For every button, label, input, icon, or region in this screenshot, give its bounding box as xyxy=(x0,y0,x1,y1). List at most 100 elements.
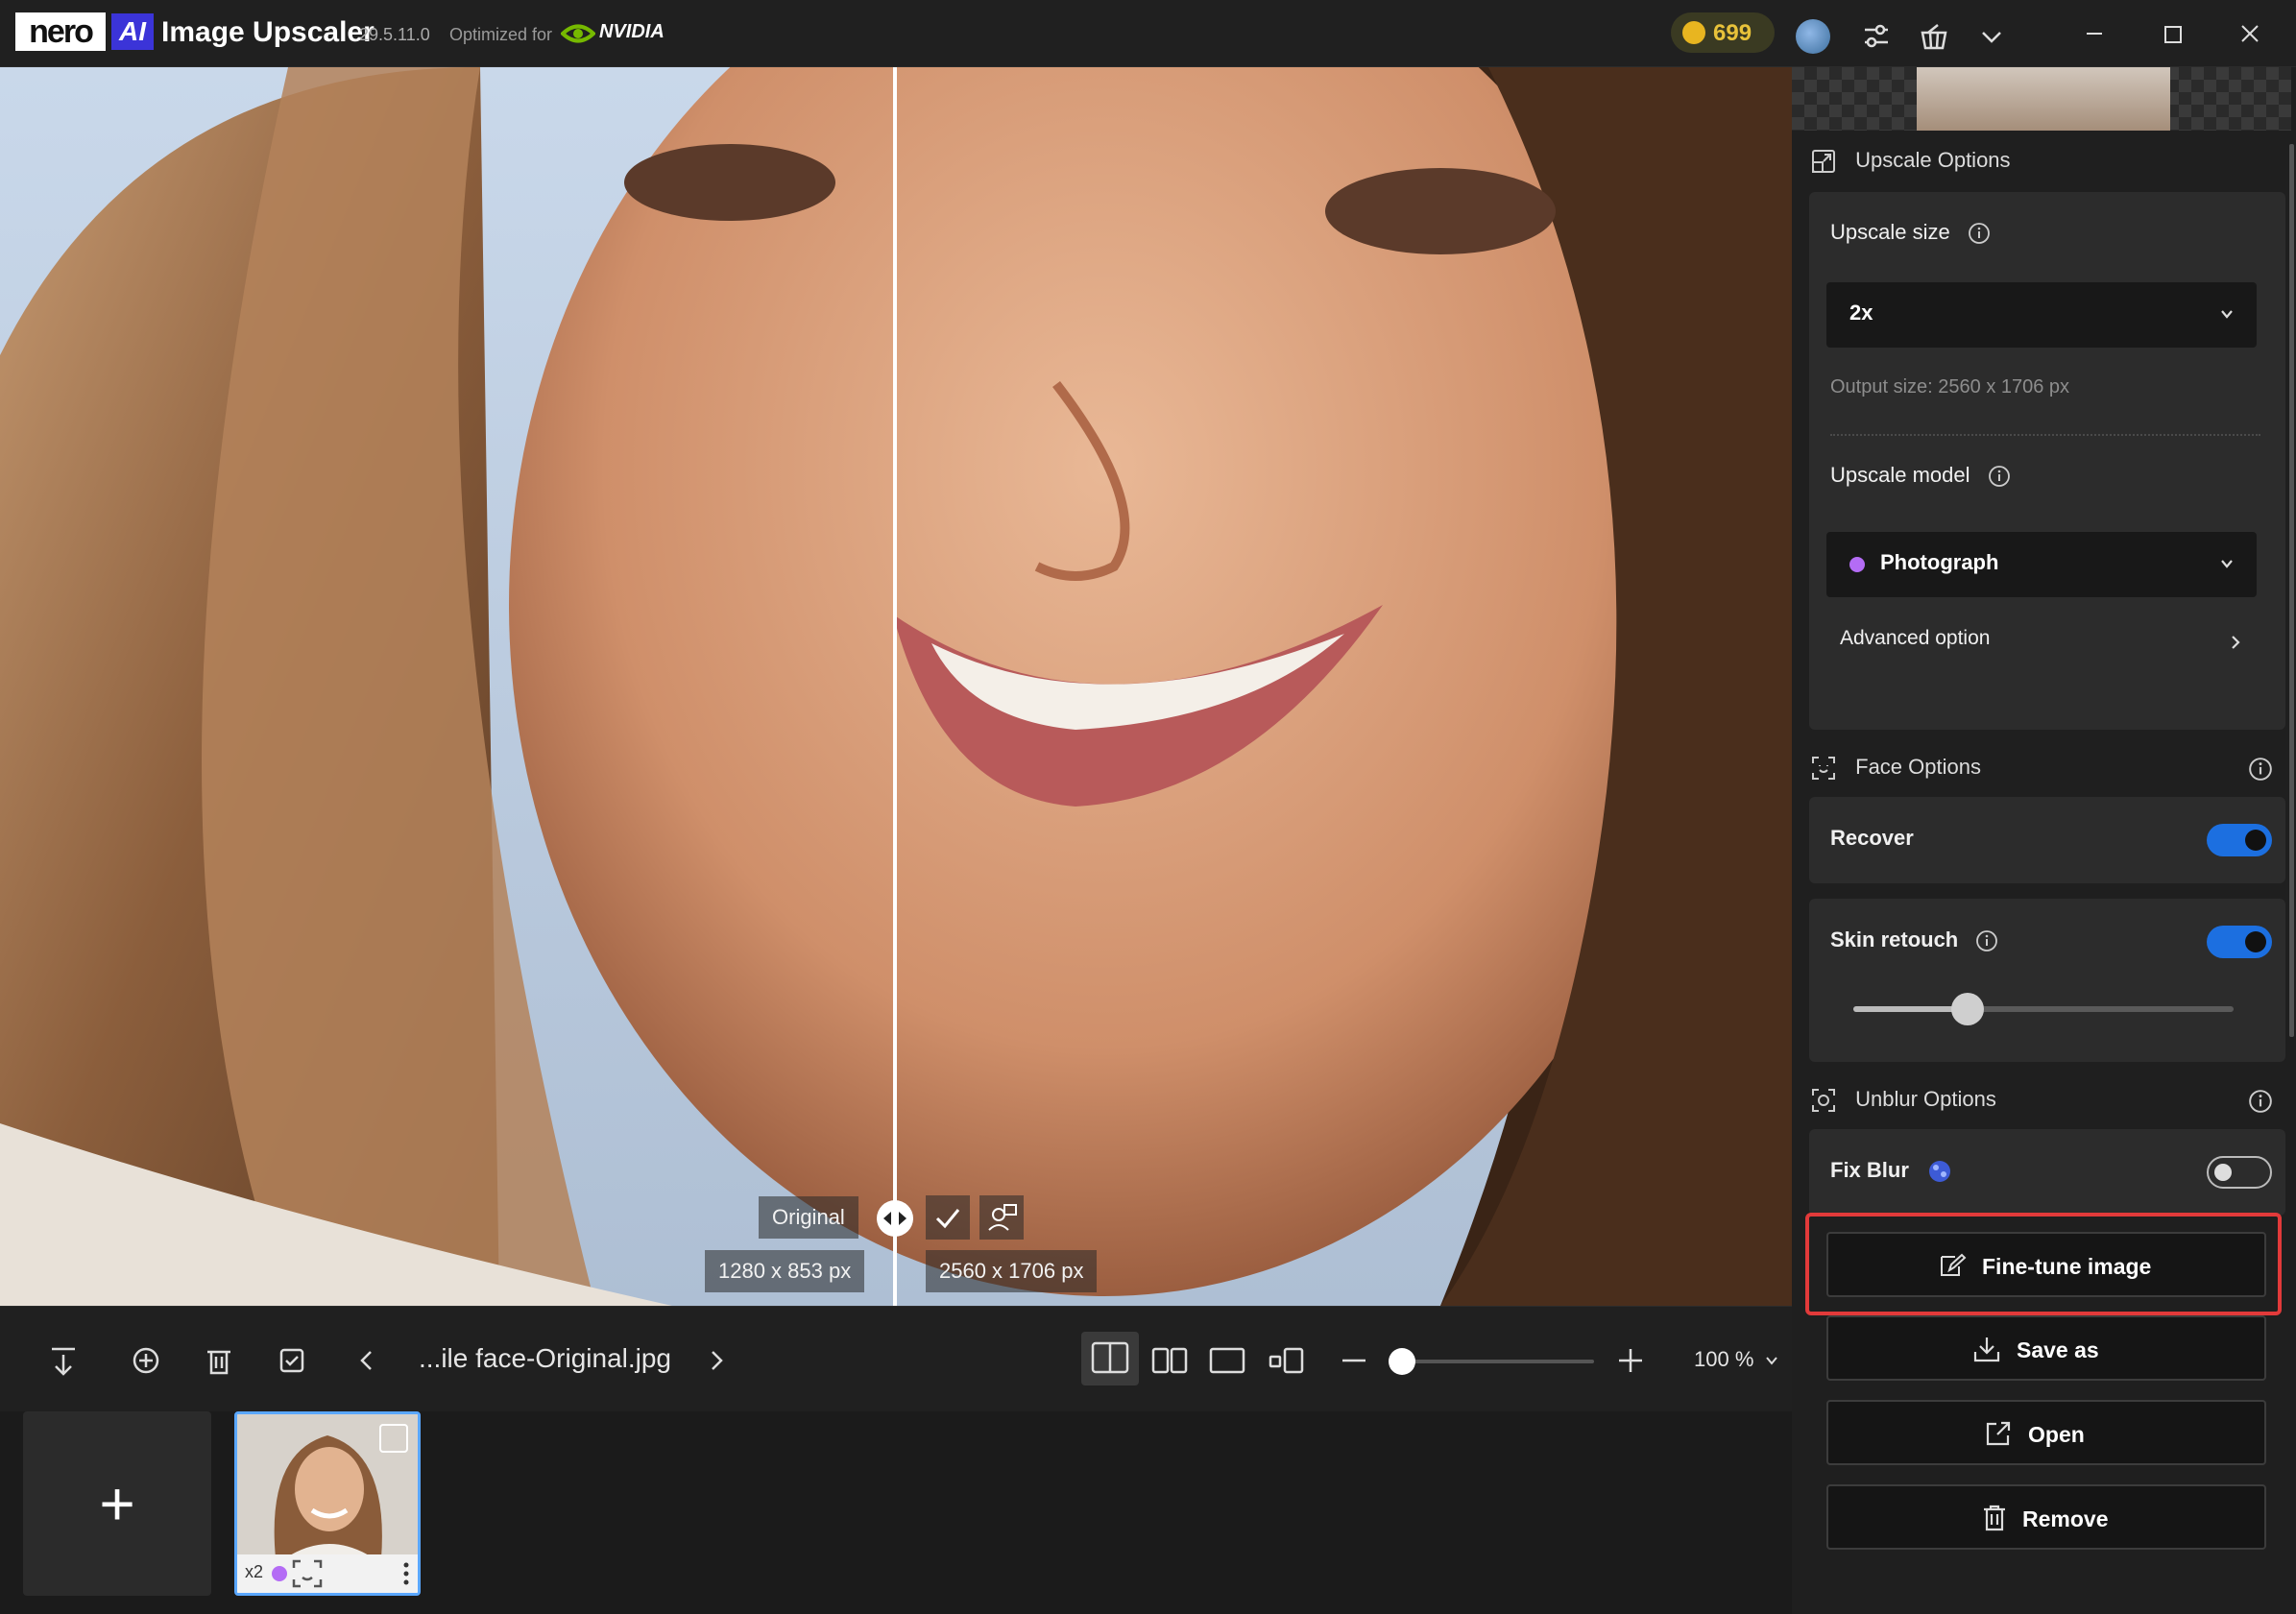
gift-basket-icon[interactable] xyxy=(1919,21,1949,52)
zoom-slider-handle[interactable] xyxy=(1389,1348,1415,1375)
preview-image xyxy=(1917,67,2170,131)
zoom-level-dropdown[interactable]: 100 % xyxy=(1694,1343,1779,1376)
side-by-side-icon[interactable] xyxy=(1150,1343,1189,1378)
compare-divider[interactable] xyxy=(893,67,897,1306)
chevron-right-icon xyxy=(2232,636,2240,649)
import-icon[interactable] xyxy=(46,1343,81,1378)
delete-icon[interactable] xyxy=(202,1343,236,1378)
ai-sparkle-icon xyxy=(1929,1161,1951,1183)
edit-icon xyxy=(1941,1253,1967,1276)
upscale-model-select[interactable]: Photograph xyxy=(1826,532,2257,597)
image-canvas[interactable]: Original 1280 x 853 px 2560 x 1706 px xyxy=(0,67,1792,1306)
add-image-tile[interactable]: + xyxy=(23,1411,211,1596)
upscale-model-label-row: Upscale model xyxy=(1830,461,2011,490)
thumbnail-scale: x2 xyxy=(245,1562,264,1581)
zoom-slider-track[interactable] xyxy=(1402,1360,1594,1363)
upscale-model-value: Photograph xyxy=(1880,550,1999,574)
nvidia-text: NVIDIA xyxy=(599,21,665,42)
upscale-size-value: 2x xyxy=(1849,301,1873,325)
info-icon[interactable] xyxy=(2248,757,2273,782)
upscale-options-title: Upscale Options xyxy=(1855,148,2011,172)
upscale-size-label-row: Upscale size xyxy=(1830,218,1991,247)
app-title: Image Upscaler xyxy=(161,16,375,48)
thumbnail-view-icon[interactable] xyxy=(1268,1343,1306,1378)
nero-logo: nero xyxy=(15,12,106,51)
info-icon[interactable] xyxy=(2248,1089,2273,1114)
thumbnail-select-checkbox[interactable] xyxy=(379,1424,408,1453)
original-label: Original xyxy=(759,1196,858,1239)
output-size-label: 2560 x 1706 px xyxy=(926,1250,1098,1292)
download-icon xyxy=(1973,1337,2000,1362)
unblur-options-title: Unblur Options xyxy=(1855,1087,1996,1111)
fix-blur-toggle[interactable] xyxy=(2207,1156,2272,1189)
coin-icon xyxy=(1682,21,1705,44)
previous-icon[interactable] xyxy=(350,1343,384,1378)
image-thumbnail[interactable]: x2 xyxy=(234,1411,421,1596)
face-options-header: Face Options xyxy=(1811,751,1981,783)
apply-check-icon[interactable] xyxy=(926,1195,970,1240)
fine-tune-button[interactable]: Fine-tune image xyxy=(1826,1232,2266,1297)
face-options-title: Face Options xyxy=(1855,755,1981,779)
toggle-knob xyxy=(2214,1164,2232,1181)
select-all-icon[interactable] xyxy=(275,1343,309,1378)
split-arrows-icon xyxy=(883,1212,906,1225)
upscale-options-panel: Upscale size 2x Output size: 2560 x 1706… xyxy=(1809,192,2285,730)
skin-retouch-label: Skin retouch xyxy=(1830,927,1959,952)
recover-toggle[interactable] xyxy=(2207,824,2272,856)
external-open-icon xyxy=(1986,1421,2011,1446)
add-plus-icon: + xyxy=(99,1469,135,1538)
face-scan-icon xyxy=(292,1559,323,1588)
next-icon[interactable] xyxy=(699,1343,734,1378)
zoom-level-value: 100 % xyxy=(1694,1347,1754,1371)
skin-retouch-toggle[interactable] xyxy=(2207,926,2272,958)
model-dot-icon xyxy=(1849,557,1865,572)
open-button[interactable]: Open xyxy=(1826,1400,2266,1465)
toggle-knob xyxy=(2245,830,2266,851)
zoom-out-icon[interactable] xyxy=(1337,1343,1371,1378)
face-compare-icon[interactable] xyxy=(979,1195,1024,1240)
nvidia-logo: NVIDIA xyxy=(560,19,676,48)
open-label: Open xyxy=(2028,1422,2085,1447)
settings-sliders-icon[interactable] xyxy=(1861,21,1892,52)
ai-logo: AI xyxy=(111,13,154,50)
credits-value: 699 xyxy=(1713,20,1752,46)
fix-blur-label: Fix Blur xyxy=(1830,1158,1909,1182)
advanced-option-row[interactable]: Advanced option xyxy=(1826,614,2257,672)
info-icon[interactable] xyxy=(1968,222,1991,245)
split-handle[interactable] xyxy=(877,1200,913,1237)
info-icon[interactable] xyxy=(1975,929,1998,952)
face-scan-icon xyxy=(1812,757,1835,781)
upscale-size-select[interactable]: 2x xyxy=(1826,282,2257,348)
skin-retouch-slider-handle[interactable] xyxy=(1950,993,1984,1025)
recover-panel: Recover xyxy=(1809,797,2285,883)
divider xyxy=(1830,434,2260,436)
save-as-button[interactable]: Save as xyxy=(1826,1315,2266,1381)
optimized-for-label: Optimized for xyxy=(449,25,553,44)
minimize-icon[interactable] xyxy=(2057,0,2132,67)
credits-badge[interactable]: 699 xyxy=(1671,12,1775,53)
sidebar-scrollbar[interactable] xyxy=(2289,144,2294,1037)
thumbnail-info-bar: x2 xyxy=(237,1554,418,1593)
split-view-icon xyxy=(1091,1341,1129,1374)
maximize-icon[interactable] xyxy=(2136,0,2211,67)
fine-tune-label: Fine-tune image xyxy=(1982,1254,2152,1279)
chevron-down-icon xyxy=(2221,310,2233,319)
close-icon[interactable] xyxy=(2212,0,2287,67)
skin-retouch-slider-track[interactable] xyxy=(1853,993,2234,1025)
title-bar: nero AI Image Upscaler 29.5.11.0 Optimiz… xyxy=(0,0,2296,67)
zoom-in-icon[interactable] xyxy=(1613,1343,1648,1378)
fix-blur-label-row: Fix Blur xyxy=(1830,1156,1953,1185)
chevron-down-icon[interactable] xyxy=(1976,21,2007,52)
remove-button[interactable]: Remove xyxy=(1826,1484,2266,1550)
info-icon[interactable] xyxy=(1988,465,2011,488)
more-options-icon[interactable] xyxy=(402,1560,410,1587)
preview-navigator[interactable] xyxy=(1792,67,2291,131)
split-view-button[interactable] xyxy=(1081,1332,1139,1385)
skin-retouch-slider-fill xyxy=(1853,1006,1968,1012)
upscale-size-label: Upscale size xyxy=(1830,220,1950,244)
avatar[interactable] xyxy=(1796,19,1830,54)
model-dot-icon xyxy=(272,1566,287,1581)
single-view-icon[interactable] xyxy=(1208,1343,1246,1378)
add-circle-icon[interactable] xyxy=(129,1343,163,1378)
toggle-knob xyxy=(2245,931,2266,952)
